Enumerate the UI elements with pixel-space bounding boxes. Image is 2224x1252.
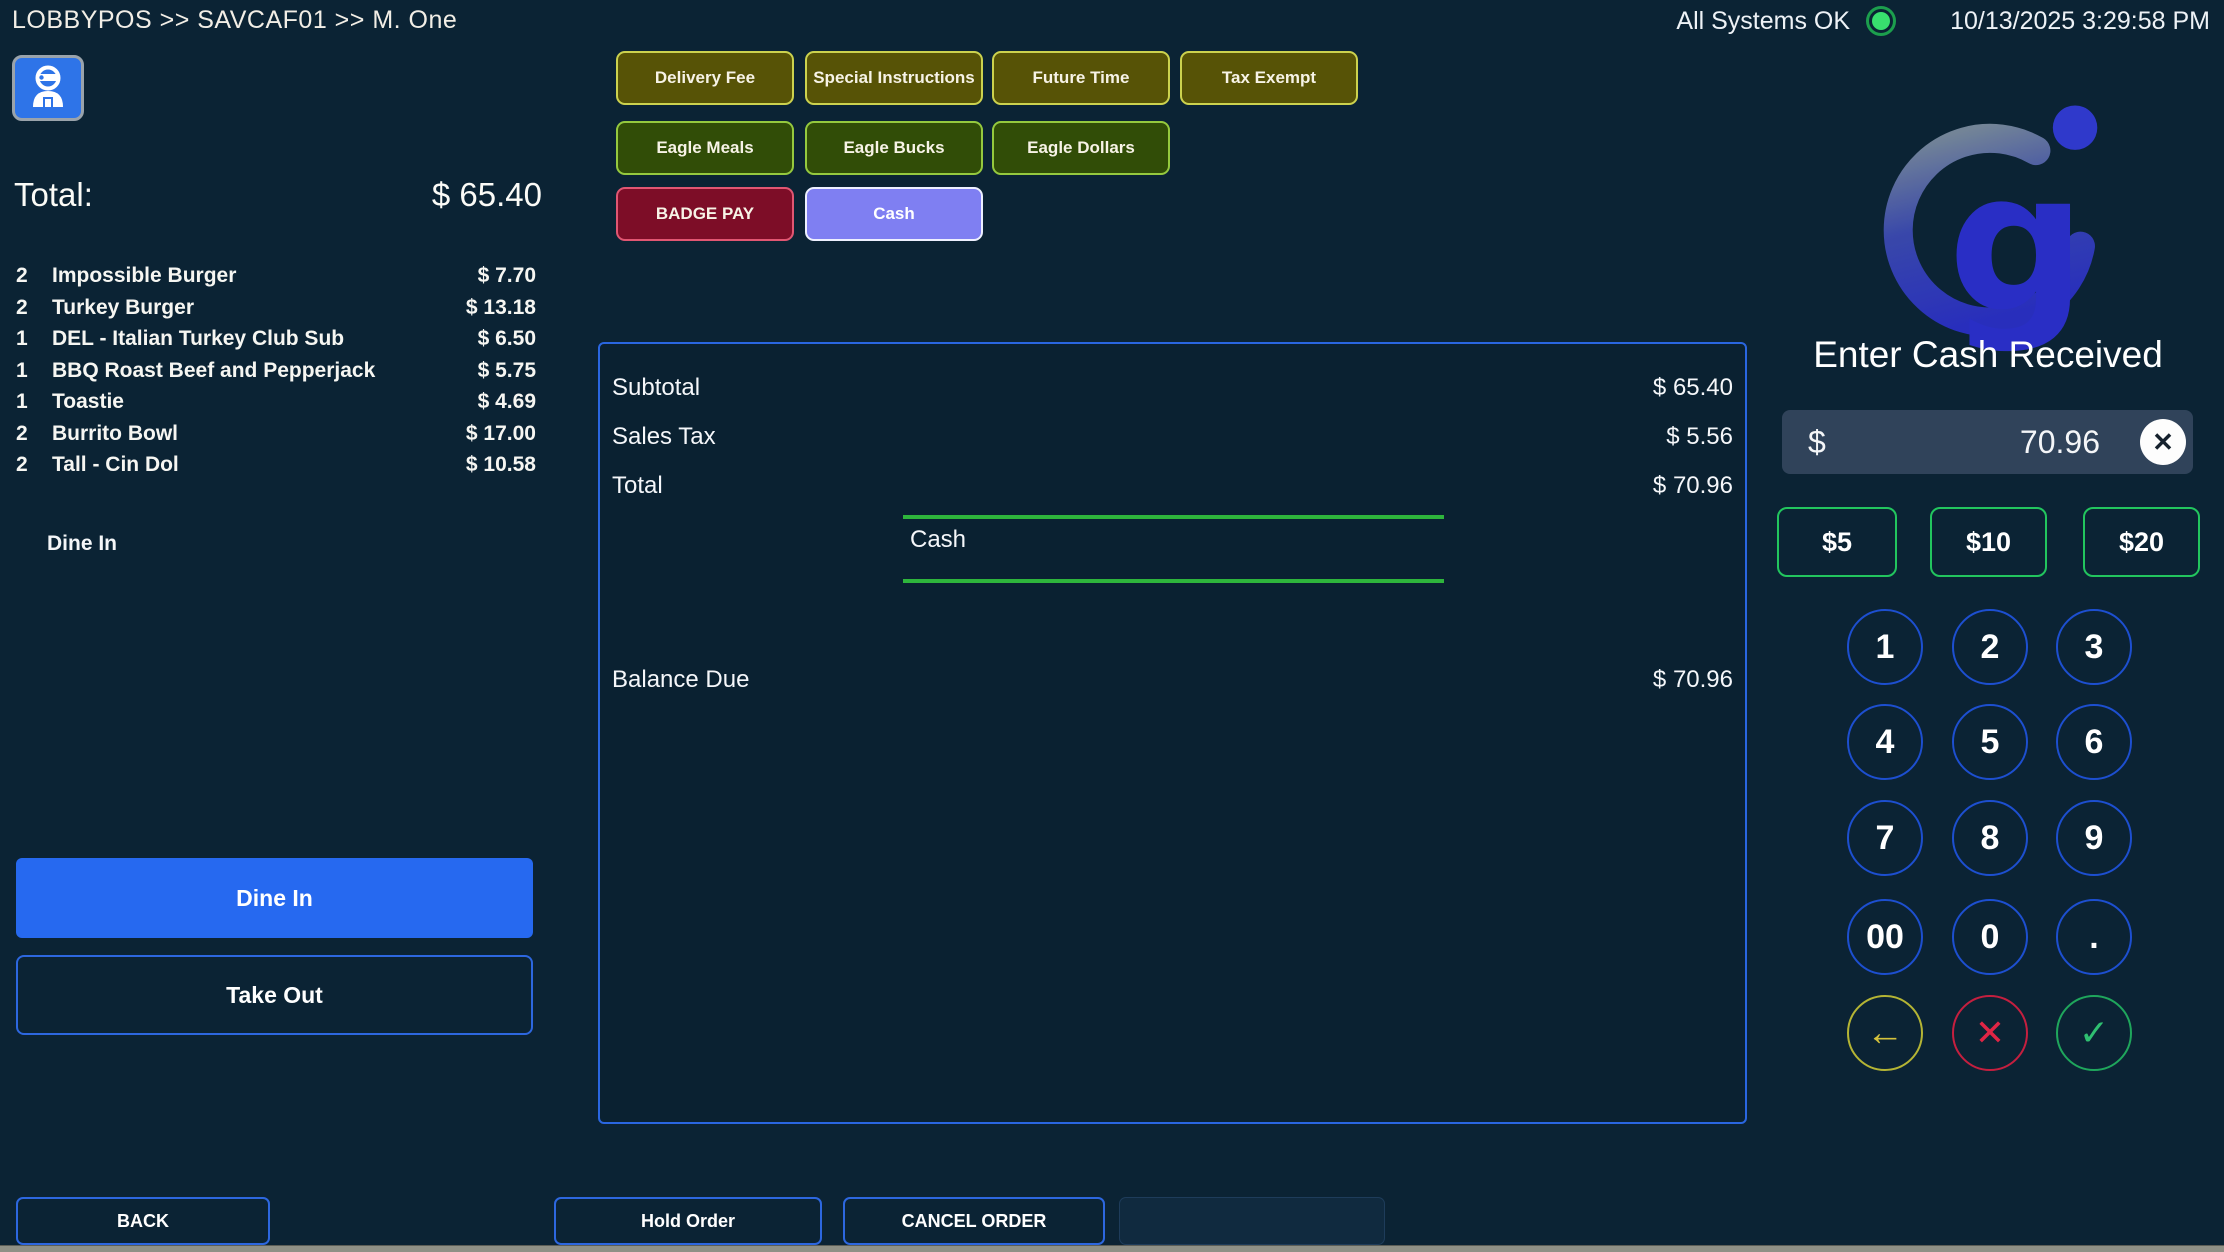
eagle-bucks-button[interactable]: Eagle Bucks (805, 121, 983, 175)
item-name: Turkey Burger (52, 292, 466, 324)
tax-exempt-button[interactable]: Tax Exempt (1180, 51, 1358, 105)
tender-divider-top (903, 515, 1444, 519)
svg-text:g: g (1948, 130, 2086, 355)
cash-entry-title: Enter Cash Received (1756, 334, 2220, 376)
keypad-6[interactable]: 6 (2056, 704, 2132, 780)
bottom-edge-strip (0, 1245, 2224, 1252)
keypad-4[interactable]: 4 (1847, 704, 1923, 780)
balance-due-value: $ 70.96 (1653, 666, 1733, 694)
order-item-row[interactable]: 2 Impossible Burger $ 7.70 (0, 260, 560, 292)
badge-pay-button[interactable]: BADGE PAY (616, 187, 794, 241)
item-price: $ 17.00 (466, 418, 536, 450)
quick-amount-5-button[interactable]: $5 (1777, 507, 1897, 577)
keypad-decimal[interactable]: . (2056, 899, 2132, 975)
subtotal-value: $ 65.40 (1653, 374, 1733, 402)
keypad-9[interactable]: 9 (2056, 800, 2132, 876)
tender-divider-bottom (903, 579, 1444, 583)
clear-input-icon: ✕ (2152, 427, 2174, 458)
item-price: $ 13.18 (466, 292, 536, 324)
item-qty: 2 (16, 260, 52, 292)
item-qty: 2 (16, 292, 52, 324)
item-name: Burrito Bowl (52, 418, 466, 450)
balance-due-label: Balance Due (612, 666, 749, 694)
order-type-label: Dine In (47, 532, 117, 556)
keypad-5[interactable]: 5 (1952, 704, 2028, 780)
back-button[interactable]: BACK (16, 1197, 270, 1245)
receipt-panel: Subtotal $ 65.40 Sales Tax $ 5.56 Total … (598, 342, 1747, 1124)
order-item-row[interactable]: 1 BBQ Roast Beef and Pepperjack $ 5.75 (0, 355, 560, 387)
eagle-dollars-button[interactable]: Eagle Dollars (992, 121, 1170, 175)
item-price: $ 7.70 (478, 260, 536, 292)
item-price: $ 5.75 (478, 355, 536, 387)
breadcrumb: LOBBYPOS >> SAVCAF01 >> M. One (12, 6, 457, 35)
item-name: DEL - Italian Turkey Club Sub (52, 323, 478, 355)
cash-amount-input[interactable]: $ 70.96 ✕ (1782, 410, 2193, 474)
item-name: Impossible Burger (52, 260, 478, 292)
cashier-button[interactable] (12, 55, 84, 121)
item-name: Tall - Cin Dol (52, 449, 466, 481)
total-label: Total (612, 472, 663, 500)
item-name: Toastie (52, 386, 478, 418)
datetime: 10/13/2025 3:29:58 PM (1950, 7, 2210, 36)
item-qty: 1 (16, 355, 52, 387)
item-qty: 2 (16, 449, 52, 481)
future-time-button[interactable]: Future Time (992, 51, 1170, 105)
special-instructions-button[interactable]: Special Instructions (805, 51, 983, 105)
disabled-action-button (1119, 1197, 1385, 1245)
quick-amount-10-button[interactable]: $10 (1930, 507, 2047, 577)
status-ok-icon (1866, 6, 1896, 36)
system-status-bar: All Systems OK 10/13/2025 3:29:58 PM (1676, 6, 2210, 36)
cancel-icon: ✕ (1975, 1012, 2005, 1054)
confirm-icon: ✓ (2079, 1012, 2109, 1054)
order-items-list: 2 Impossible Burger $ 7.70 2 Turkey Burg… (0, 260, 560, 481)
status-label: All Systems OK (1676, 7, 1850, 36)
subtotal-label: Subtotal (612, 374, 700, 402)
dine-in-button[interactable]: Dine In (16, 858, 533, 938)
item-price: $ 4.69 (478, 386, 536, 418)
order-item-row[interactable]: 2 Burrito Bowl $ 17.00 (0, 418, 560, 450)
keypad-0[interactable]: 0 (1952, 899, 2028, 975)
keypad-2[interactable]: 2 (1952, 609, 2028, 685)
order-item-row[interactable]: 1 DEL - Italian Turkey Club Sub $ 6.50 (0, 323, 560, 355)
cash-amount-value: 70.96 (1826, 424, 2100, 461)
item-qty: 1 (16, 323, 52, 355)
item-price: $ 10.58 (466, 449, 536, 481)
quick-amount-20-button[interactable]: $20 (2083, 507, 2200, 577)
order-item-row[interactable]: 1 Toastie $ 4.69 (0, 386, 560, 418)
order-total-label: Total: (14, 176, 93, 214)
item-qty: 2 (16, 418, 52, 450)
keypad-00[interactable]: 00 (1847, 899, 1923, 975)
total-value: $ 70.96 (1653, 472, 1733, 500)
keypad-7[interactable]: 7 (1847, 800, 1923, 876)
sales-tax-value: $ 5.56 (1666, 423, 1733, 451)
keypad-8[interactable]: 8 (1952, 800, 2028, 876)
keypad-1[interactable]: 1 (1847, 609, 1923, 685)
order-item-row[interactable]: 2 Tall - Cin Dol $ 10.58 (0, 449, 560, 481)
delivery-fee-button[interactable]: Delivery Fee (616, 51, 794, 105)
take-out-button[interactable]: Take Out (16, 955, 533, 1035)
order-total-value: $ 65.40 (432, 176, 542, 214)
cashier-icon (25, 63, 71, 114)
confirm-entry-button[interactable]: ✓ (2056, 995, 2132, 1071)
tender-type-label[interactable]: Cash (910, 526, 966, 554)
cash-tender-button[interactable]: Cash (805, 187, 983, 241)
clear-input-button[interactable]: ✕ (2140, 419, 2186, 465)
order-item-row[interactable]: 2 Turkey Burger $ 13.18 (0, 292, 560, 324)
sales-tax-label: Sales Tax (612, 423, 716, 451)
item-price: $ 6.50 (478, 323, 536, 355)
keypad-3[interactable]: 3 (2056, 609, 2132, 685)
item-qty: 1 (16, 386, 52, 418)
cancel-order-button[interactable]: CANCEL ORDER (843, 1197, 1105, 1245)
cancel-entry-button[interactable]: ✕ (1952, 995, 2028, 1071)
backspace-button[interactable]: ← (1847, 995, 1923, 1071)
hold-order-button[interactable]: Hold Order (554, 1197, 822, 1245)
eagle-meals-button[interactable]: Eagle Meals (616, 121, 794, 175)
backspace-icon: ← (1866, 1012, 1904, 1055)
currency-symbol: $ (1808, 424, 1826, 461)
item-name: BBQ Roast Beef and Pepperjack (52, 355, 478, 387)
